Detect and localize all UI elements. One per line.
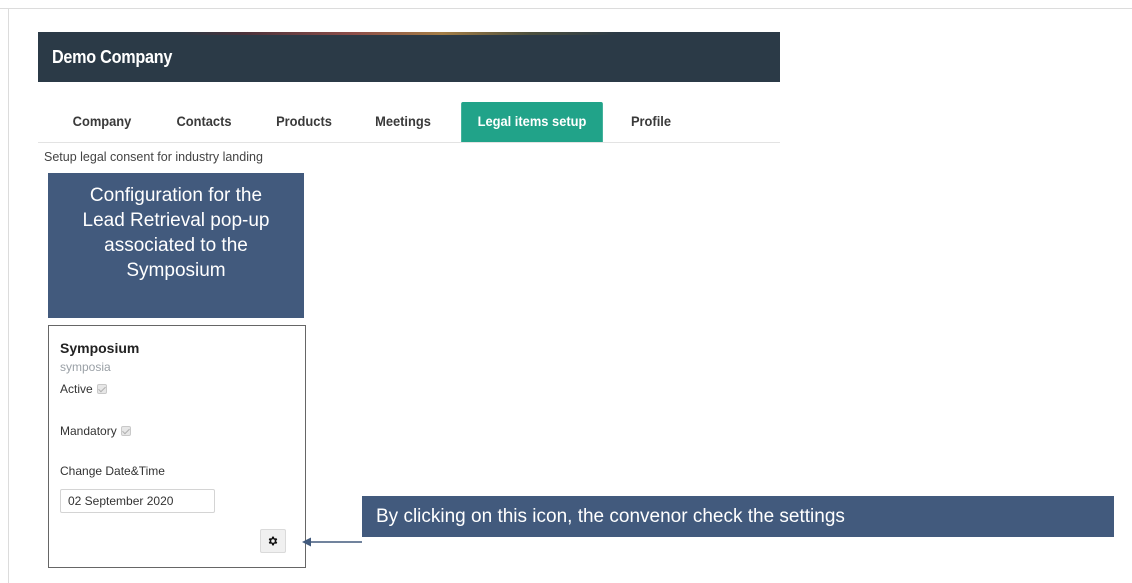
card-title: Symposium [60,340,140,356]
callout-line: associated to the [104,235,248,256]
tab-profile[interactable]: Profile [619,102,683,142]
app-header: Demo Company [38,32,780,82]
card-subtitle: symposia [60,360,111,374]
symposium-card: Symposium symposia Active Mandatory Chan… [48,325,306,568]
date-label: Change Date&Time [60,464,165,478]
tab-products[interactable]: Products [264,102,345,142]
tab-bar: Company Contacts Products Meetings Legal… [38,102,780,143]
annotation-callout-config: Configuration for the Lead Retrieval pop… [48,173,304,318]
callout-line: Symposium [126,260,226,281]
pointer-arrow [302,537,362,547]
active-checkbox[interactable] [96,384,107,394]
mandatory-field: Mandatory [60,424,131,438]
tab-company[interactable]: Company [62,102,143,142]
active-label: Active [60,382,93,396]
gear-icon [268,536,278,546]
mandatory-checkbox[interactable] [120,426,131,436]
annotation-callout-icon: By clicking on this icon, the convenor c… [362,496,1114,537]
active-field: Active [60,382,107,396]
company-title: Demo Company [52,47,173,67]
date-label-text: Change Date&Time [60,464,165,478]
callout-line: Configuration for the [89,185,263,206]
change-date-input[interactable]: 02 September 2020 [60,489,215,513]
tab-legal-items-setup[interactable]: Legal items setup [461,102,603,142]
top-divider [0,8,1132,9]
page-subtitle: Setup legal consent for industry landing [44,150,263,164]
left-divider [8,8,9,583]
tab-contacts[interactable]: Contacts [164,102,245,142]
mandatory-label: Mandatory [60,424,117,438]
callout-line: Lead Retrieval pop-up [82,210,270,231]
tab-meetings[interactable]: Meetings [360,102,446,142]
header-accent-strip [178,32,618,35]
settings-button[interactable] [260,529,286,553]
